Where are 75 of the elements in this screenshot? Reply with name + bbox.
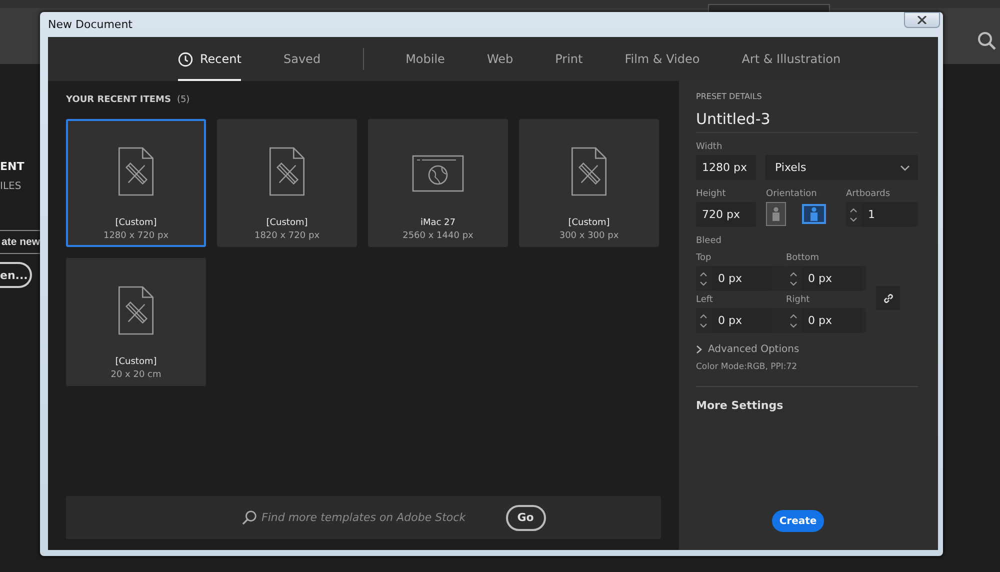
preset-name: [Custom]: [568, 218, 610, 228]
preset-card[interactable]: [Custom] 300 x 300 px: [519, 119, 659, 247]
height-field[interactable]: 720 px: [696, 202, 756, 227]
preset-name: [Custom]: [115, 357, 157, 367]
stepper-arrows-icon: [789, 312, 798, 328]
preset-card[interactable]: iMac 27 2560 x 1440 px: [368, 119, 508, 247]
close-icon: [917, 16, 927, 24]
tab[interactable]: Print: [555, 37, 583, 81]
tab[interactable]: Art & Illustration: [742, 37, 841, 81]
preset-card[interactable]: [Custom] 1820 x 720 px: [217, 119, 357, 247]
preset-card[interactable]: [Custom] 1280 x 720 px: [66, 119, 206, 247]
more-settings-button[interactable]: More Settings: [696, 399, 784, 412]
preset-size: 2560 x 1440 px: [402, 231, 474, 241]
go-button[interactable]: Go: [506, 504, 546, 530]
document-icon: [571, 146, 607, 196]
color-mode-text: Color Mode:RGB, PPI:72: [696, 362, 798, 372]
document-name-field[interactable]: Untitled-3: [696, 110, 918, 133]
chevron-right-icon: [696, 345, 702, 354]
tab[interactable]: Saved: [283, 37, 321, 81]
search-icon: [977, 31, 997, 51]
field-label: Bleed: [696, 236, 722, 246]
field-label: Height: [696, 189, 727, 199]
artboards-field[interactable]: 1: [862, 202, 916, 227]
document-icon: [118, 286, 154, 334]
person-icon: [771, 207, 781, 221]
width-field[interactable]: 1280 px: [696, 155, 756, 180]
section-heading: YOUR RECENT ITEMS: [66, 95, 171, 105]
create-button[interactable]: Create: [772, 510, 824, 532]
field-label: Right: [786, 295, 811, 305]
preset-size: 20 x 20 cm: [110, 370, 162, 380]
stepper-arrows-icon: [699, 270, 708, 286]
portrait-button[interactable]: [766, 202, 786, 226]
bleed-field[interactable]: 0 px: [802, 308, 862, 333]
document-icon: [269, 146, 305, 196]
field-label: Orientation: [766, 189, 818, 199]
tab[interactable]: Mobile: [406, 37, 445, 81]
sidebar-subheading: ILES: [0, 181, 22, 192]
chevron-down-icon: [900, 164, 910, 170]
bleed-field[interactable]: 0 px: [712, 266, 772, 291]
preset-size: 1280 x 720 px: [103, 231, 169, 241]
clock-icon: [178, 52, 193, 66]
units-dropdown[interactable]: Pixels: [765, 155, 918, 180]
section-heading: PRESET DETAILS: [696, 92, 763, 101]
advanced-options-toggle[interactable]: Advanced Options: [696, 344, 800, 355]
open-button[interactable]: en...: [0, 262, 32, 288]
search-icon: [242, 510, 256, 525]
field-label: Width: [696, 142, 724, 152]
close-button[interactable]: [904, 12, 940, 28]
tab[interactable]: Web: [486, 37, 514, 81]
preset-name: [Custom]: [115, 218, 157, 228]
sidebar-heading: ENT: [0, 160, 24, 173]
bleed-field[interactable]: 0 px: [802, 266, 862, 291]
link-icon: [882, 292, 894, 304]
stepper-arrows-icon: [789, 270, 798, 286]
preset-name: iMac 27: [420, 218, 456, 228]
person-icon: [809, 207, 819, 221]
landscape-button[interactable]: [802, 204, 826, 224]
preset-size: 1820 x 720 px: [254, 231, 320, 241]
field-label: Left: [696, 295, 714, 305]
window-title: New Document: [48, 18, 132, 31]
template-search-field[interactable]: Find more templates on Adobe Stock: [262, 511, 492, 524]
field-label: Artboards: [846, 189, 892, 199]
link-button[interactable]: [876, 286, 900, 310]
stepper-arrows-icon: [699, 312, 708, 328]
stepper-arrows-icon: [849, 206, 858, 222]
preset-name: [Custom]: [266, 218, 308, 228]
item-count: (5): [176, 95, 190, 105]
tab[interactable]: Film & Video: [624, 37, 700, 81]
field-label: Top: [696, 253, 712, 263]
preset-size: 300 x 300 px: [559, 231, 619, 241]
tab[interactable]: Recent: [178, 37, 242, 81]
field-label: Bottom: [786, 253, 820, 263]
bleed-field[interactable]: 0 px: [712, 308, 772, 333]
document-icon: [118, 146, 154, 196]
preset-card[interactable]: [Custom] 20 x 20 cm: [66, 258, 206, 386]
